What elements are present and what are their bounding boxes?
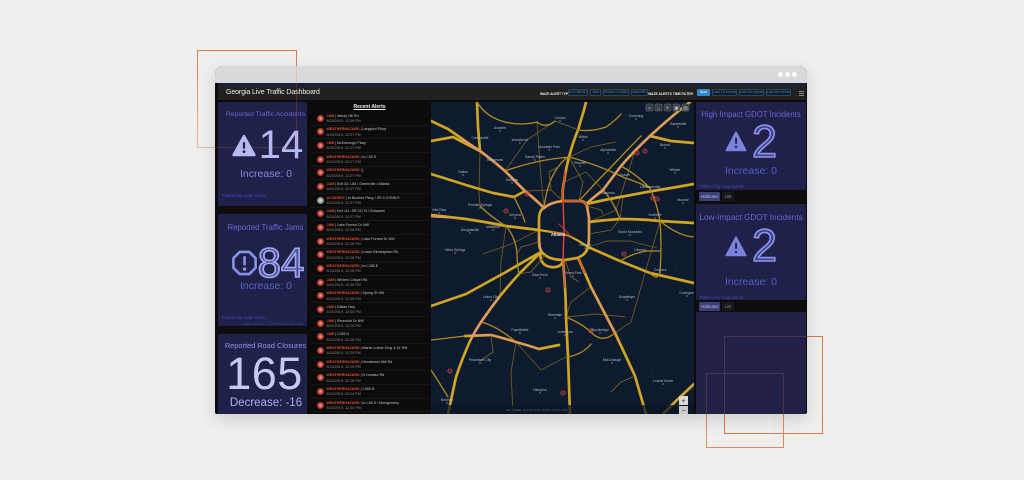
- svg-text:Cartersville: Cartersville: [472, 136, 489, 140]
- svg-text:Stone Mountain: Stone Mountain: [618, 230, 642, 234]
- svg-text:Duluth: Duluth: [620, 173, 630, 177]
- svg-text:Decatur: Decatur: [579, 243, 592, 247]
- svg-text:≡: ≡: [666, 106, 669, 112]
- svg-text:Winder: Winder: [670, 168, 682, 172]
- svg-text:Snellville: Snellville: [648, 213, 661, 217]
- svg-text:Riverdale: Riverdale: [548, 313, 562, 317]
- svg-text:Douglasville: Douglasville: [461, 228, 479, 232]
- svg-text:Norcross: Norcross: [601, 191, 615, 195]
- svg-text:Jonesboro: Jonesboro: [557, 330, 573, 334]
- svg-text:Union City: Union City: [483, 295, 499, 299]
- svg-text:Cumming: Cumming: [629, 114, 644, 118]
- svg-text:Alpharetta: Alpharetta: [600, 148, 616, 152]
- svg-text:Newnan: Newnan: [441, 398, 454, 402]
- svg-text:Buford: Buford: [660, 143, 670, 147]
- svg-text:Atlanta: Atlanta: [551, 232, 566, 237]
- svg-text:Sandy Plains: Sandy Plains: [525, 155, 545, 159]
- svg-text:Lithia Springs: Lithia Springs: [445, 248, 466, 252]
- svg-text:⌂: ⌂: [657, 106, 660, 112]
- svg-text:Monroe: Monroe: [677, 198, 689, 202]
- svg-text:Powder Springs: Powder Springs: [468, 203, 492, 207]
- svg-text:⌕: ⌕: [648, 106, 651, 112]
- svg-text:Snapfinger: Snapfinger: [619, 295, 636, 299]
- svg-text:Acworth: Acworth: [494, 126, 506, 130]
- svg-text:−: −: [681, 408, 685, 414]
- svg-text:▣: ▣: [674, 106, 679, 112]
- svg-text:Marietta: Marietta: [506, 178, 518, 182]
- svg-text:Hampton: Hampton: [533, 388, 547, 392]
- svg-text:East Point: East Point: [532, 273, 548, 277]
- svg-text:Kennesaw: Kennesaw: [487, 158, 503, 162]
- svg-text:Conyers: Conyers: [654, 268, 667, 272]
- svg-text:Lithonia: Lithonia: [634, 248, 646, 252]
- svg-text:Smyrna: Smyrna: [509, 213, 521, 217]
- svg-text:Locust Grove: Locust Grove: [653, 379, 673, 383]
- svg-text:Esri, HERE, Garmin, FAO, NOAA,: Esri, HERE, Garmin, FAO, NOAA, USGS, EPA: [506, 408, 568, 412]
- svg-text:Mountain Park: Mountain Park: [538, 145, 560, 149]
- svg-text:▤: ▤: [683, 106, 688, 112]
- svg-text:Canton: Canton: [555, 116, 566, 120]
- svg-text:Covington: Covington: [679, 291, 694, 295]
- svg-text:Mableton: Mableton: [486, 225, 500, 229]
- svg-text:McDonough: McDonough: [603, 358, 621, 362]
- svg-text:Gainesville: Gainesville: [670, 122, 687, 126]
- svg-text:Dallas: Dallas: [458, 170, 468, 174]
- svg-text:+: +: [681, 398, 685, 405]
- svg-text:Lawrenceville: Lawrenceville: [640, 185, 661, 189]
- svg-text:Forest Park: Forest Park: [564, 271, 582, 275]
- svg-text:Fayetteville: Fayetteville: [511, 328, 528, 332]
- svg-text:Stockbridge: Stockbridge: [591, 328, 609, 332]
- svg-text:Peachtree City: Peachtree City: [469, 358, 492, 362]
- svg-text:Villa Rica: Villa Rica: [432, 208, 446, 212]
- svg-text:Milton: Milton: [578, 135, 587, 139]
- svg-text:Woodstock: Woodstock: [512, 138, 529, 142]
- svg-text:Roswell: Roswell: [574, 161, 586, 165]
